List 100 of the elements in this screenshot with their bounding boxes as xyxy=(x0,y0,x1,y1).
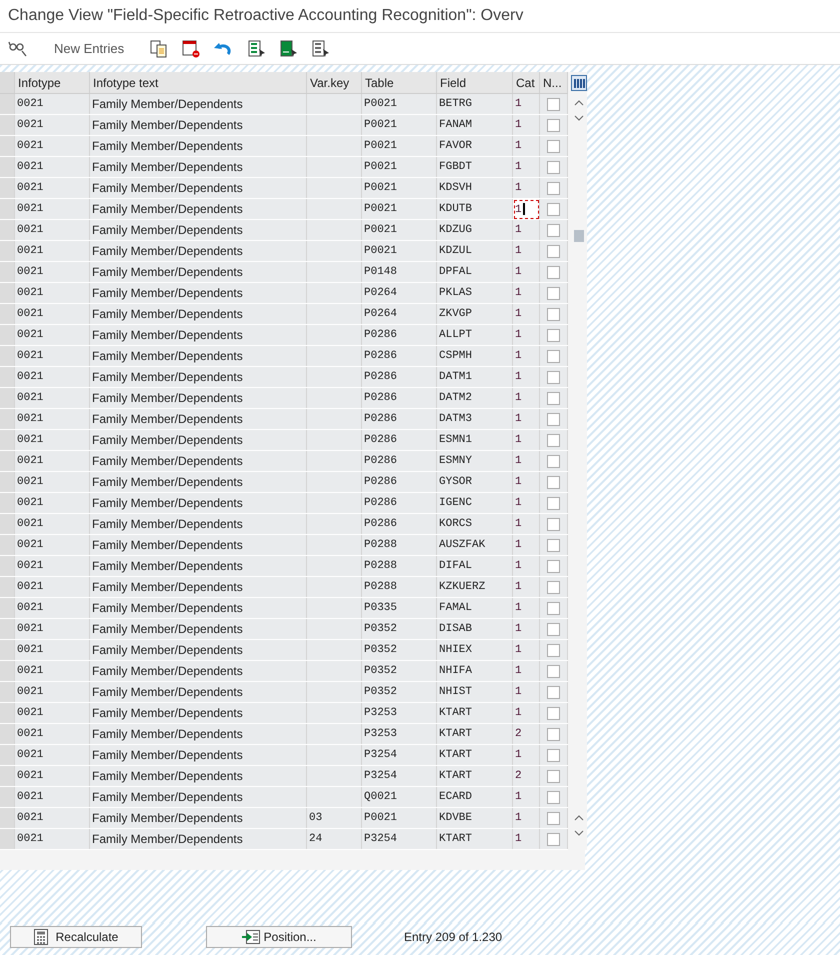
row-selector[interactable] xyxy=(0,156,14,178)
new-entries-button[interactable]: New Entries xyxy=(42,41,136,56)
input-field[interactable]: 1 xyxy=(512,324,540,346)
select-all-corner[interactable] xyxy=(0,72,14,94)
checkbox[interactable] xyxy=(547,224,560,238)
input-field[interactable]: 1 xyxy=(512,178,540,198)
row-selector[interactable] xyxy=(0,136,14,156)
checkbox[interactable] xyxy=(547,791,560,804)
checkbox[interactable] xyxy=(547,413,560,426)
checkbox[interactable] xyxy=(547,245,560,258)
input-field[interactable]: 1 xyxy=(512,702,540,724)
row-selector[interactable] xyxy=(0,450,14,472)
row-selector[interactable] xyxy=(0,492,14,514)
checkbox[interactable] xyxy=(547,371,560,384)
input-field[interactable]: 1 xyxy=(512,304,540,324)
input-field[interactable]: 1 xyxy=(512,514,540,534)
scroll-up-icon[interactable] xyxy=(574,100,584,106)
checkbox[interactable] xyxy=(547,539,560,552)
row-selector[interactable] xyxy=(0,346,14,366)
input-field[interactable]: 1 xyxy=(512,136,540,156)
deselect-icon[interactable] xyxy=(312,40,330,58)
input-field[interactable]: 1 xyxy=(512,94,540,114)
checkbox[interactable] xyxy=(547,623,560,636)
scroll-thumb[interactable] xyxy=(574,230,584,242)
input-field[interactable]: 1 xyxy=(512,114,540,136)
input-field[interactable]: 1 xyxy=(512,262,540,282)
row-selector[interactable] xyxy=(0,660,14,682)
row-selector[interactable] xyxy=(0,682,14,702)
input-field[interactable]: 1 xyxy=(512,808,540,828)
input-field[interactable]: 1 xyxy=(512,786,540,808)
input-field[interactable]: 1 xyxy=(512,576,540,598)
checkbox[interactable] xyxy=(547,749,560,762)
input-field[interactable]: 1 xyxy=(512,828,540,850)
row-selector[interactable] xyxy=(0,534,14,556)
select-block-icon[interactable] xyxy=(280,40,298,58)
copy-icon[interactable] xyxy=(150,40,168,58)
checkbox[interactable] xyxy=(547,329,560,342)
input-field[interactable]: 1 xyxy=(512,220,540,240)
checkbox[interactable] xyxy=(547,812,560,826)
checkbox[interactable] xyxy=(547,455,560,468)
row-selector[interactable] xyxy=(0,556,14,576)
checkbox[interactable] xyxy=(547,350,560,364)
input-field[interactable]: 1 xyxy=(512,534,540,556)
checkbox[interactable] xyxy=(547,119,560,132)
column-header[interactable]: N... xyxy=(540,72,568,94)
checkbox[interactable] xyxy=(547,707,560,720)
row-selector[interactable] xyxy=(0,828,14,850)
checkbox[interactable] xyxy=(547,140,560,154)
row-selector[interactable] xyxy=(0,220,14,240)
position-button[interactable]: Position... xyxy=(206,926,352,948)
delete-row-icon[interactable] xyxy=(182,40,200,58)
checkbox[interactable] xyxy=(547,476,560,490)
column-settings-icon[interactable] xyxy=(571,75,587,91)
input-field[interactable]: 1 xyxy=(512,450,540,472)
row-selector[interactable] xyxy=(0,640,14,660)
input-field[interactable]: 2 xyxy=(512,766,540,786)
checkbox[interactable] xyxy=(547,560,560,574)
row-selector[interactable] xyxy=(0,598,14,618)
column-header[interactable]: Cat xyxy=(512,72,540,94)
recalculate-button[interactable]: Recalculate xyxy=(10,926,142,948)
row-selector[interactable] xyxy=(0,198,14,220)
row-selector[interactable] xyxy=(0,408,14,430)
checkbox[interactable] xyxy=(547,203,560,216)
row-selector[interactable] xyxy=(0,324,14,346)
input-field[interactable]: 1 xyxy=(512,598,540,618)
input-field[interactable]: 1 xyxy=(512,346,540,366)
checkbox[interactable] xyxy=(547,161,560,174)
row-selector[interactable] xyxy=(0,388,14,408)
checkbox[interactable] xyxy=(547,581,560,594)
row-selector[interactable] xyxy=(0,514,14,534)
input-field[interactable]: 1 xyxy=(512,282,540,304)
checkbox[interactable] xyxy=(547,497,560,510)
checkbox[interactable] xyxy=(547,518,560,532)
row-selector[interactable] xyxy=(0,786,14,808)
input-field[interactable]: 1 xyxy=(512,744,540,766)
row-selector[interactable] xyxy=(0,282,14,304)
checkbox[interactable] xyxy=(547,266,560,280)
input-field[interactable]: 1 xyxy=(512,198,540,220)
input-field[interactable]: 1 xyxy=(512,366,540,388)
row-selector[interactable] xyxy=(0,576,14,598)
row-selector[interactable] xyxy=(0,702,14,724)
row-selector[interactable] xyxy=(0,262,14,282)
scroll-up-icon[interactable] xyxy=(574,815,584,821)
row-selector[interactable] xyxy=(0,304,14,324)
input-field[interactable]: 1 xyxy=(512,430,540,450)
input-field[interactable]: 1 xyxy=(512,156,540,178)
input-field[interactable]: 1 xyxy=(512,408,540,430)
checkbox[interactable] xyxy=(547,287,560,300)
row-selector[interactable] xyxy=(0,808,14,828)
row-selector[interactable] xyxy=(0,472,14,492)
column-header[interactable]: Table xyxy=(362,72,436,94)
row-selector[interactable] xyxy=(0,744,14,766)
select-all-icon[interactable] xyxy=(248,40,266,58)
row-selector[interactable] xyxy=(0,724,14,744)
checkbox[interactable] xyxy=(547,308,560,322)
row-selector[interactable] xyxy=(0,114,14,136)
checkbox[interactable] xyxy=(547,182,560,196)
row-selector[interactable] xyxy=(0,178,14,198)
checkbox[interactable] xyxy=(547,770,560,784)
checkbox[interactable] xyxy=(547,644,560,658)
